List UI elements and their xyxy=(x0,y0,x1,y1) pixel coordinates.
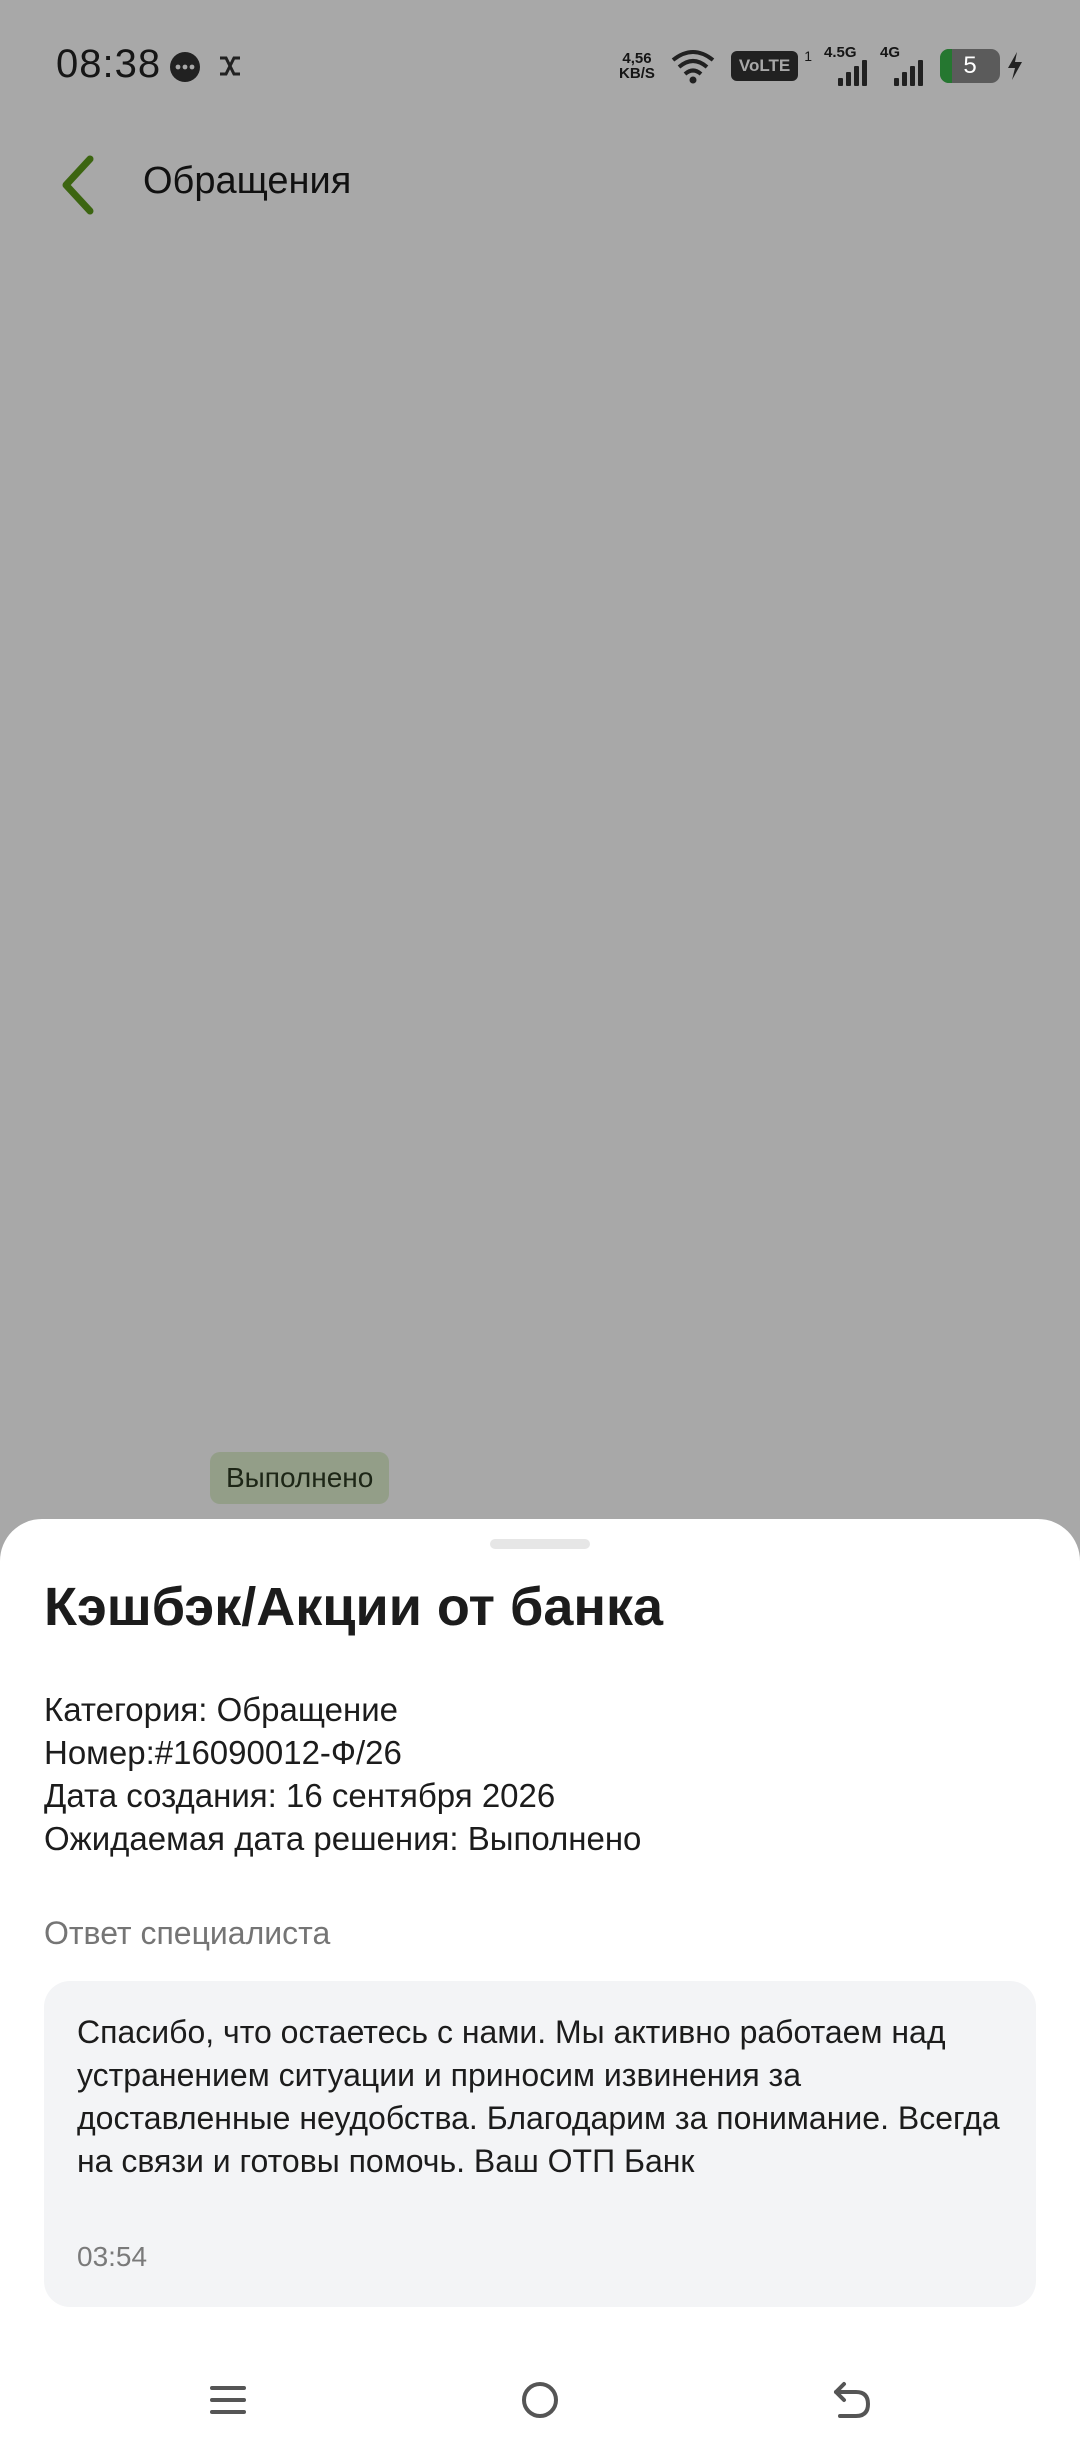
menu-button[interactable] xyxy=(198,2370,258,2430)
system-back-button[interactable] xyxy=(822,2370,882,2430)
home-icon xyxy=(522,2382,558,2418)
menu-icon xyxy=(210,2386,246,2414)
request-expected-date: Ожидаемая дата решения: Выполнено xyxy=(44,1820,642,1857)
battery-level: 5 xyxy=(963,52,977,79)
sheet-drag-handle[interactable] xyxy=(490,1539,590,1549)
answer-time: 03:54 xyxy=(77,2241,148,2272)
home-button[interactable] xyxy=(510,2370,570,2430)
sheet-title: Кэшбэк/Акции от банка xyxy=(44,1577,664,1637)
back-icon xyxy=(834,2382,871,2418)
answer-text: Спасибо, что остаетесь с нами. Мы активн… xyxy=(77,2014,1000,2179)
request-info: Категория: Обращение Номер:#16090012-Ф/2… xyxy=(44,1688,641,1860)
specialist-answer: Спасибо, что остаетесь с нами. Мы активн… xyxy=(44,1981,1036,2307)
answer-label: Ответ специалиста xyxy=(44,1915,331,1951)
request-category: Категория: Обращение xyxy=(44,1691,399,1728)
request-number: Номер:#16090012-Ф/26 xyxy=(44,1734,402,1771)
bottom-sheet: Кэшбэк/Акции от банка Категория: Обращен… xyxy=(0,1519,1080,2460)
screen: 08:38 4,56 KB/S VoLTE 1 4.5G 4G 5 Обраще… xyxy=(0,0,1080,2460)
navigation-bar xyxy=(0,2330,1080,2460)
request-created-date: Дата создания: 16 сентября 2026 xyxy=(44,1777,556,1814)
